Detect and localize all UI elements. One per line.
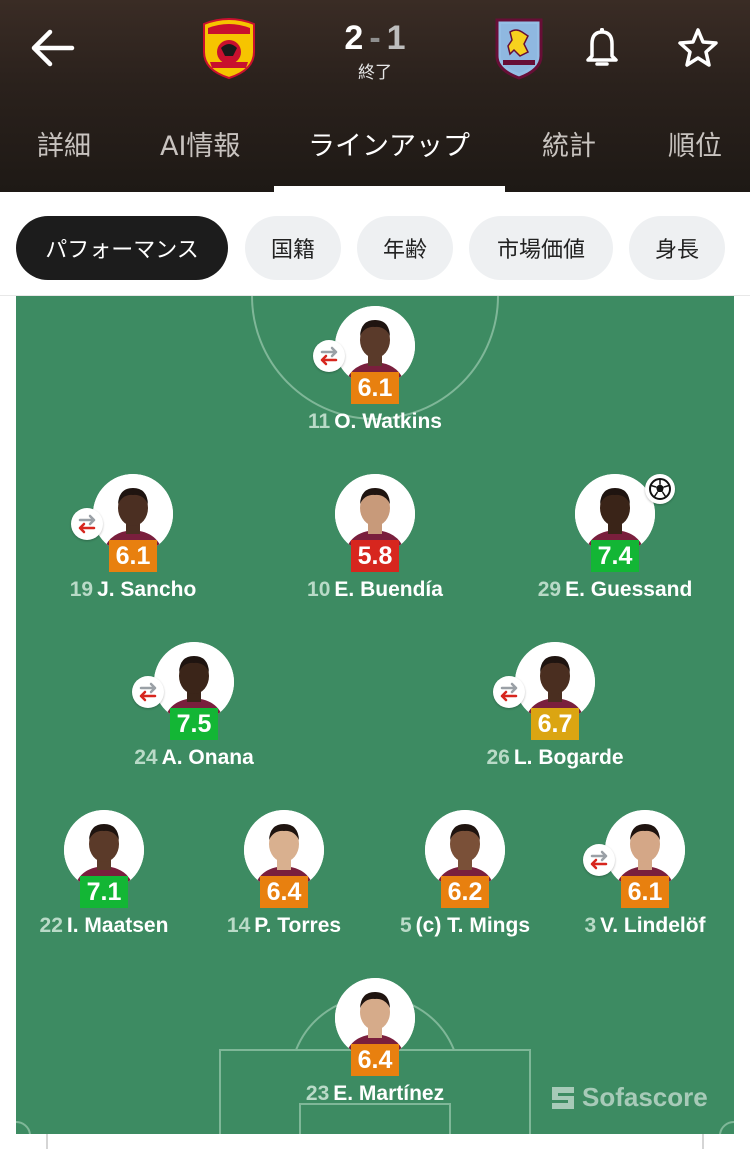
substitution-badge — [71, 508, 103, 540]
player-rating: 6.1 — [351, 372, 399, 404]
filter-market-value[interactable]: 市場価値 — [469, 216, 613, 280]
player-name: P. Torres — [254, 914, 342, 937]
player-name: (c) T. Mings — [415, 914, 531, 937]
back-arrow-icon — [31, 29, 75, 67]
player-name: V. Lindelöf — [600, 914, 706, 937]
sofascore-watermark: Sofascore — [550, 1082, 708, 1113]
substitution-icon — [500, 682, 518, 702]
player-rating: 6.1 — [621, 876, 669, 908]
player-name-label[interactable]: 26 L. Bogarde — [425, 746, 685, 770]
player-name: E. Martínez — [333, 1082, 445, 1105]
player-rating: 6.2 — [441, 876, 489, 908]
substitution-icon — [320, 346, 338, 366]
tab-standings[interactable]: 順位 — [668, 124, 722, 163]
star-icon — [678, 28, 718, 67]
player-number: 11 — [308, 410, 331, 433]
filter-nationality[interactable]: 国籍 — [245, 216, 341, 280]
player-name: E. Buendía — [334, 578, 443, 601]
football-icon — [649, 478, 671, 500]
match-status: 終了 — [358, 63, 392, 83]
back-button[interactable] — [28, 26, 76, 70]
substitution-badge — [132, 676, 164, 708]
player-rating: 6.4 — [351, 1044, 399, 1076]
substitution-icon — [139, 682, 157, 702]
tab-details[interactable]: 詳細 — [37, 124, 91, 163]
match-header: 2-1 終了 詳細 AI情報 ラインアップ 統計 順位 — [0, 0, 750, 192]
player-name-label[interactable]: 11 O. Watkins — [245, 410, 505, 434]
tab-bar: 詳細 AI情報 ラインアップ 統計 順位 — [0, 118, 750, 192]
sofascore-logo-icon — [552, 1086, 574, 1109]
player-number: 22 — [39, 914, 63, 937]
player-name: A. Onana — [161, 746, 254, 769]
player-name-label[interactable]: 19 J. Sancho — [16, 578, 263, 602]
go-ahead-eagles-crest-icon — [203, 18, 255, 80]
player-rating: 6.1 — [109, 540, 157, 572]
player-name: L. Bogarde — [513, 746, 624, 769]
filter-bar: パフォーマンス 国籍 年齢 市場価値 身長 — [0, 192, 750, 296]
match-score: 2-1 — [300, 18, 450, 58]
player-number: 14 — [226, 914, 251, 937]
player-card[interactable]: 6.1 19 J. Sancho — [33, 474, 233, 614]
player-number: 10 — [307, 578, 331, 601]
lineup-pitch: Sofascore 6.1 11 O. Watkins 6.1 19 J. Sancho 5… — [16, 296, 734, 1134]
player-rating: 7.1 — [80, 876, 128, 908]
home-team-crest[interactable] — [200, 16, 258, 80]
player-rating: 5.8 — [351, 540, 399, 572]
bell-icon — [586, 28, 618, 66]
player-card[interactable]: 6.4 23 E. Martínez — [275, 978, 475, 1118]
score-separator: - — [369, 19, 381, 57]
tab-ai-info[interactable]: AI情報 — [160, 124, 240, 163]
aston-villa-crest-icon — [495, 18, 543, 80]
substitution-icon — [590, 850, 608, 870]
player-number: 23 — [305, 1082, 330, 1105]
substitution-badge — [313, 340, 345, 372]
player-name-label[interactable]: 29 E. Guessand — [485, 578, 734, 602]
substitution-badge — [583, 844, 615, 876]
player-card[interactable]: 7.4 29 E. Guessand — [515, 474, 715, 614]
home-score: 2 — [344, 19, 364, 57]
player-name: O. Watkins — [334, 410, 442, 433]
player-name-label[interactable]: 24 A. Onana — [64, 746, 324, 770]
player-rating: 6.7 — [531, 708, 579, 740]
player-number: 24 — [134, 746, 158, 769]
player-name: J. Sancho — [97, 578, 197, 601]
player-number: 26 — [486, 746, 510, 769]
player-card[interactable]: 7.5 24 A. Onana — [94, 642, 294, 782]
player-rating: 6.4 — [260, 876, 308, 908]
player-number: 5 — [399, 914, 412, 937]
away-team-crest[interactable] — [494, 16, 544, 80]
goal-badge — [645, 474, 675, 504]
pitch-bottom-edge — [0, 1134, 750, 1149]
substitution-badge — [493, 676, 525, 708]
player-number: 3 — [584, 914, 597, 937]
player-name-label[interactable]: 23 E. Martínez — [245, 1082, 505, 1106]
filter-age[interactable]: 年齢 — [357, 216, 453, 280]
notification-button[interactable] — [582, 26, 622, 70]
substitution-icon — [78, 514, 96, 534]
tab-lineup[interactable]: ラインアップ — [308, 124, 470, 163]
player-card[interactable]: 6.1 11 O. Watkins — [275, 306, 475, 446]
player-number: 29 — [537, 578, 562, 601]
player-card[interactable]: 5.8 10 E. Buendía — [275, 474, 475, 614]
player-name: E. Guessand — [565, 578, 693, 601]
filter-performance[interactable]: パフォーマンス — [16, 216, 228, 280]
player-name-label[interactable]: 3 V. Lindelöf — [515, 914, 734, 938]
player-rating: 7.4 — [591, 540, 639, 572]
player-name-label[interactable]: 10 E. Buendía — [245, 578, 505, 602]
player-card[interactable]: 6.7 26 L. Bogarde — [455, 642, 655, 782]
watermark-text: Sofascore — [582, 1082, 708, 1112]
tab-statistics[interactable]: 統計 — [542, 124, 596, 163]
player-rating: 7.5 — [170, 708, 218, 740]
favorite-button[interactable] — [676, 26, 720, 70]
away-score: 1 — [386, 19, 406, 57]
player-card[interactable]: 6.1 3 V. Lindelöf — [545, 810, 734, 950]
filter-height[interactable]: 身長 — [629, 216, 725, 280]
player-number: 19 — [69, 578, 94, 601]
